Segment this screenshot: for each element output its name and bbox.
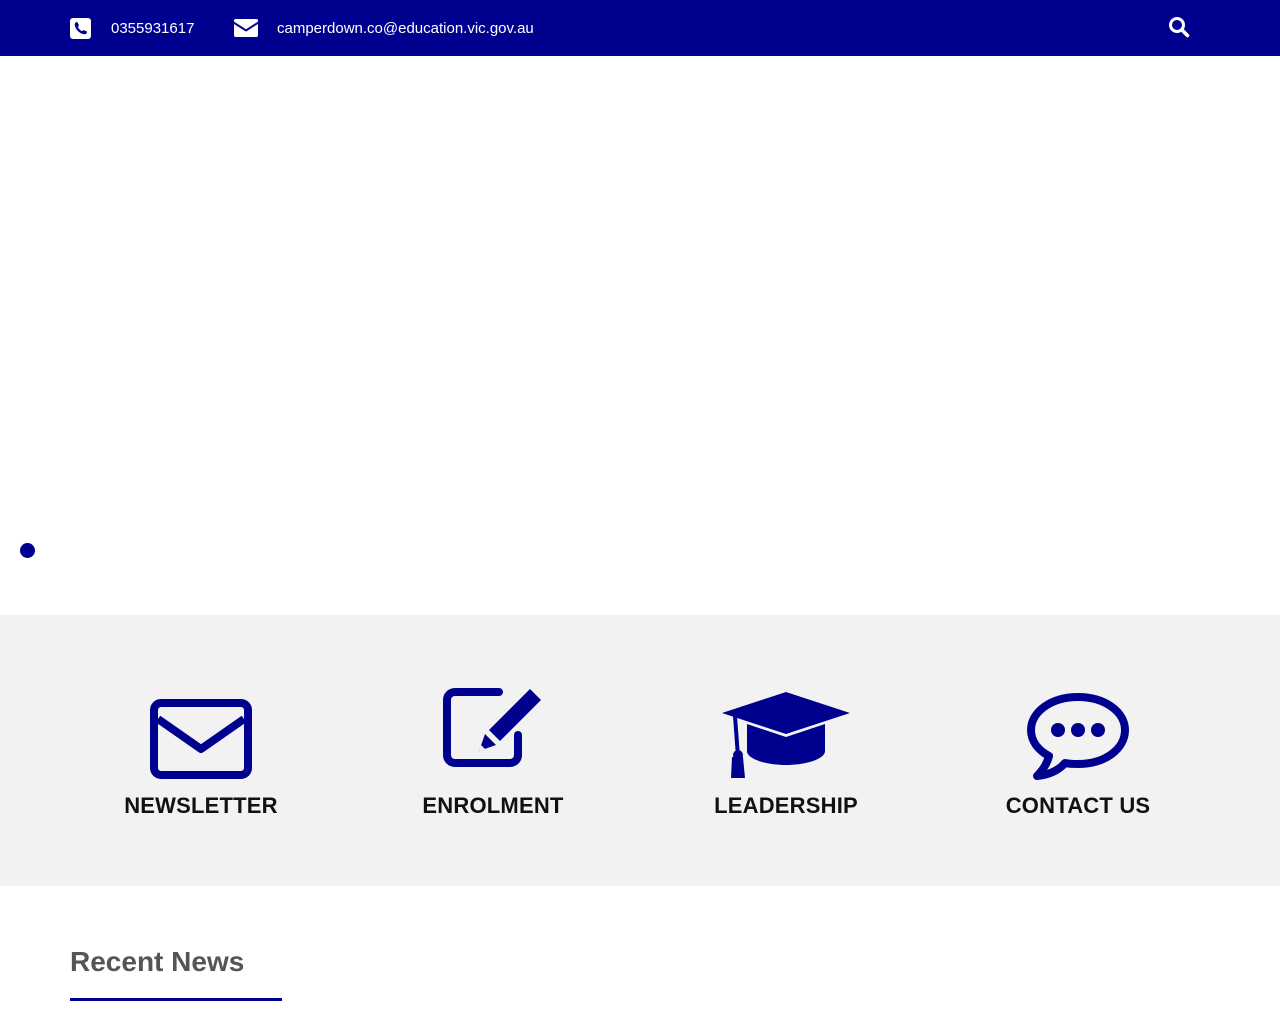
email-address: camperdown.co@education.vic.gov.au bbox=[277, 19, 534, 37]
quick-links: NEWSLETTER ENROLMENT LEADERSHIP CONTACT … bbox=[0, 615, 1280, 886]
email-link[interactable]: camperdown.co@education.vic.gov.au bbox=[234, 0, 534, 56]
hero-slider bbox=[0, 56, 1280, 615]
slider-dot-active[interactable] bbox=[20, 543, 35, 558]
quicklink-label: LEADERSHIP bbox=[714, 793, 858, 818]
graduation-cap-icon bbox=[666, 683, 906, 779]
search-button[interactable] bbox=[1168, 16, 1190, 38]
quicklink-enrolment[interactable]: ENROLMENT bbox=[373, 615, 613, 886]
phone-square-icon bbox=[70, 17, 91, 39]
title-underline bbox=[70, 998, 282, 1001]
recent-news-section: Recent News bbox=[70, 944, 282, 1001]
edit-pencil-icon bbox=[373, 683, 613, 779]
envelope-outline-icon bbox=[81, 683, 321, 779]
envelope-icon bbox=[234, 19, 258, 37]
speech-bubble-icon bbox=[958, 683, 1198, 780]
quicklink-label: ENROLMENT bbox=[422, 793, 564, 818]
quicklink-label: CONTACT US bbox=[1005, 793, 1151, 818]
recent-news-title: Recent News bbox=[70, 946, 245, 977]
phone-number: 0355931617 bbox=[111, 19, 195, 37]
quicklink-contact-us[interactable]: CONTACT US bbox=[958, 615, 1198, 886]
quicklink-newsletter[interactable]: NEWSLETTER bbox=[81, 615, 321, 886]
top-contact-bar: 0355931617 camperdown.co@education.vic.g… bbox=[0, 0, 1280, 56]
quicklink-leadership[interactable]: LEADERSHIP bbox=[666, 615, 906, 886]
quicklink-label: NEWSLETTER bbox=[124, 793, 278, 818]
phone-link[interactable]: 0355931617 bbox=[70, 0, 194, 56]
search-icon bbox=[1168, 17, 1190, 42]
